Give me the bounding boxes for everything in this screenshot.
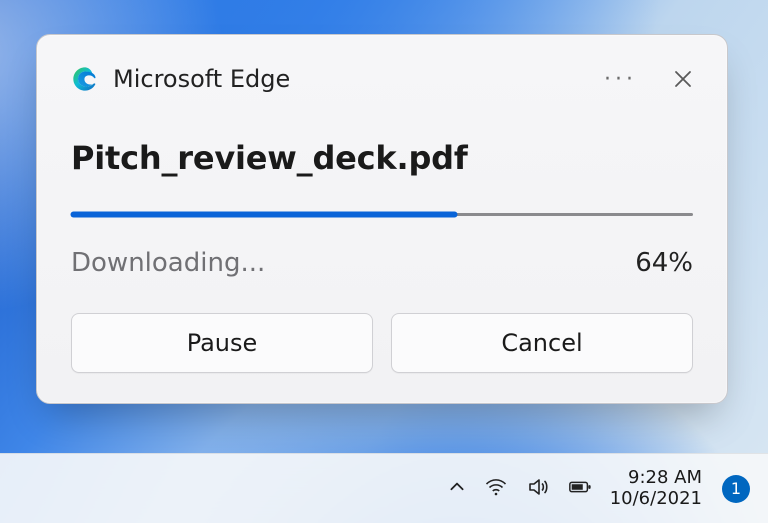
notification-badge[interactable]: 1 (722, 475, 750, 503)
button-row: Pause Cancel (71, 313, 693, 373)
edge-icon (71, 65, 99, 93)
download-notification: Microsoft Edge ··· Pitch_review_deck.pdf… (36, 34, 728, 404)
status-row: Downloading... 64% (71, 248, 693, 278)
toast-header: Microsoft Edge ··· (71, 65, 693, 93)
percent-text: 64% (635, 248, 693, 278)
time-text: 9:28 AM (628, 468, 702, 489)
more-options-icon[interactable]: ··· (604, 67, 637, 92)
download-filename: Pitch_review_deck.pdf (71, 139, 693, 177)
volume-icon[interactable] (526, 475, 550, 503)
battery-icon[interactable] (568, 475, 592, 503)
close-icon[interactable] (673, 69, 693, 89)
progress-fill (71, 212, 457, 217)
system-tray (448, 475, 592, 503)
status-text: Downloading... (71, 248, 635, 278)
cancel-button[interactable]: Cancel (391, 313, 693, 373)
tray-overflow-icon[interactable] (448, 478, 466, 500)
pause-button[interactable]: Pause (71, 313, 373, 373)
clock[interactable]: 9:28 AM 10/6/2021 (610, 468, 702, 509)
wifi-icon[interactable] (484, 475, 508, 503)
date-text: 10/6/2021 (610, 489, 702, 510)
taskbar: 9:28 AM 10/6/2021 1 (0, 453, 768, 523)
progress-bar (71, 213, 693, 216)
app-name: Microsoft Edge (113, 65, 590, 93)
